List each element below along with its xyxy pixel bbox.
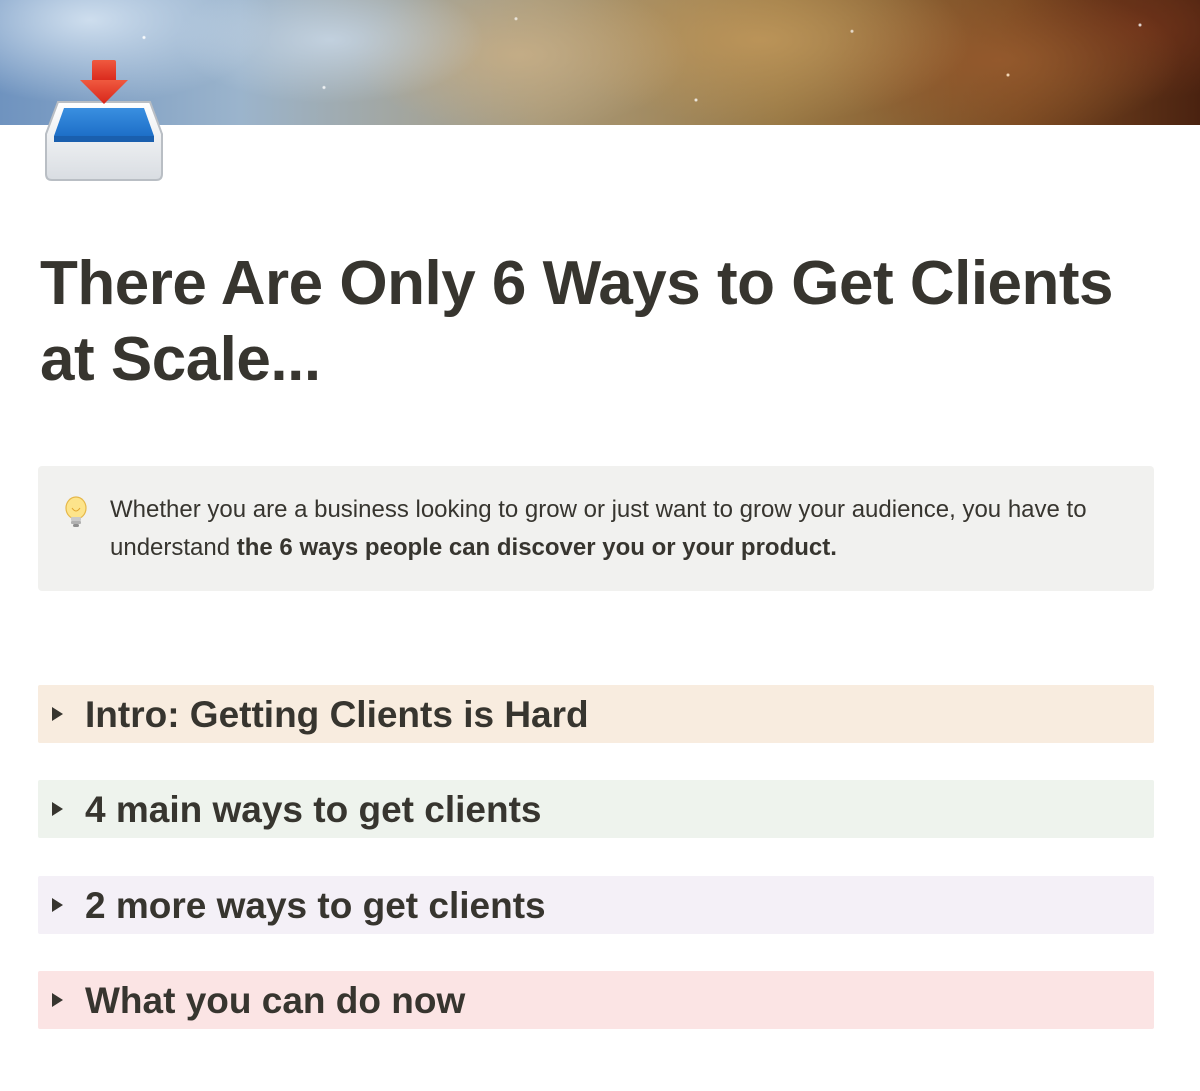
- toggle-label: What you can do now: [85, 980, 466, 1021]
- toggle-intro[interactable]: Intro: Getting Clients is Hard: [38, 685, 1154, 743]
- inbox-tray-icon[interactable]: [40, 56, 168, 184]
- lightbulb-icon[interactable]: [64, 496, 88, 530]
- callout-text-bold: the 6 ways people can discover you or yo…: [236, 534, 837, 561]
- toggle-arrow-icon[interactable]: [52, 707, 63, 721]
- toggle-arrow-icon[interactable]: [52, 802, 63, 816]
- toggle-2-more-ways[interactable]: 2 more ways to get clients: [38, 876, 1154, 934]
- toggle-label: 2 more ways to get clients: [85, 885, 546, 926]
- toggle-label: Intro: Getting Clients is Hard: [85, 694, 589, 735]
- toggle-what-you-can-do[interactable]: What you can do now: [38, 971, 1154, 1029]
- page: There Are Only 6 Ways to Get Clients at …: [0, 0, 1200, 1091]
- callout-text[interactable]: Whether you are a business looking to gr…: [110, 491, 1140, 567]
- page-title[interactable]: There Are Only 6 Ways to Get Clients at …: [40, 246, 1160, 398]
- cover-image[interactable]: [0, 0, 1200, 125]
- cover-stars: [0, 0, 1200, 125]
- toggle-4-main-ways[interactable]: 4 main ways to get clients: [38, 780, 1154, 838]
- toggle-arrow-icon[interactable]: [52, 993, 63, 1007]
- toggle-label: 4 main ways to get clients: [85, 789, 542, 830]
- toggle-arrow-icon[interactable]: [52, 898, 63, 912]
- callout-block[interactable]: Whether you are a business looking to gr…: [38, 466, 1154, 591]
